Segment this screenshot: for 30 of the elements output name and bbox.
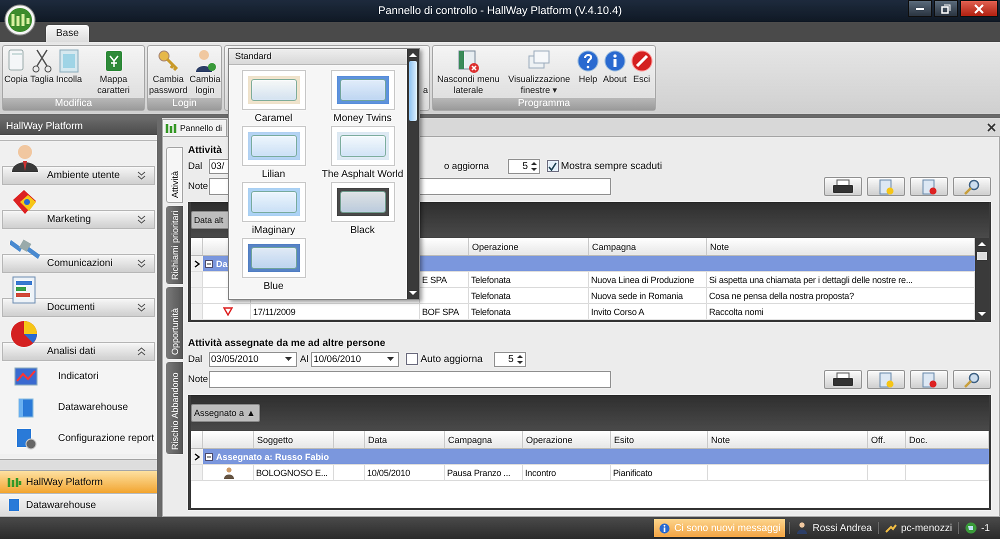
table-cell: Nuova Linea di Produzione [589,272,707,287]
table-cell: Telefonata [469,304,589,319]
table-cell: Incontro [523,465,611,480]
status-connection: -1 [958,522,996,534]
field-label: Note [188,374,206,384]
table-cell: Telefonata [469,288,589,303]
table-cell: 10/05/2010 [365,465,445,480]
sidebar-header: HallWay Platform [0,118,157,135]
status-user: Rossi Andrea [789,522,878,534]
field-label: Dal [188,160,204,172]
table-cell: Telefonata [469,272,589,287]
table-cell: BOF SPA [420,304,469,319]
group-label: Modifica [3,98,144,110]
table-cell: Pianificato [611,465,708,480]
window-title: Pannello di controllo - HallWay Platform (V.4.10.4) [378,5,622,17]
table-cell: 17/11/2009 [251,304,420,319]
field-label: Dal [188,354,204,364]
group-label: Login [148,98,221,110]
field-label: Note [188,180,206,192]
gallery-header: Standard [229,49,407,65]
table-cell: Nuova sede in Romania [589,288,707,303]
field-label: Al [300,354,308,364]
table-cell: Invito Corso A [589,304,707,319]
table-cell: Pausa Pranzo ... [445,465,523,480]
section-title: Attività assegnate da me ad altre persone [188,338,386,349]
group-label: Programma [433,98,655,110]
table-cell: BOLOGNOSO E... [254,465,334,480]
section-title: Attività [188,145,223,156]
field-label: o aggiorna [444,160,489,172]
status-computer: pc-menozzi [878,522,958,534]
